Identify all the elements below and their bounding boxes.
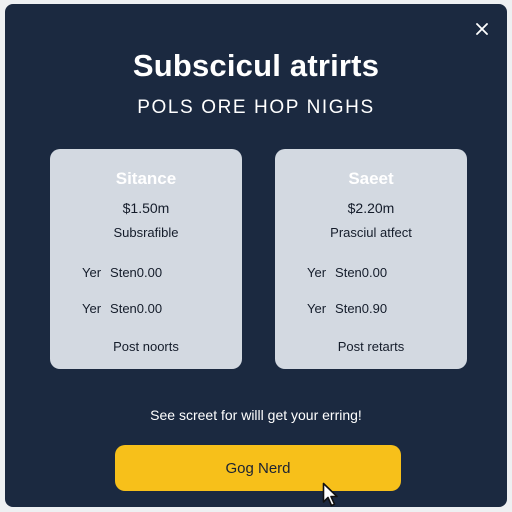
- plan-footer: Post retarts: [337, 339, 405, 354]
- plan-name: Saeet: [348, 169, 394, 188]
- feature-value: Sten0.00: [110, 265, 163, 280]
- close-button[interactable]: [471, 18, 493, 40]
- plan-price: $2.20m: [347, 200, 395, 216]
- feature-key: Yer: [307, 301, 327, 316]
- feature-key: Yer: [82, 265, 102, 280]
- feature-value: Sten0.90: [335, 301, 388, 316]
- plan-feature: Yer Sten0.00: [82, 265, 162, 280]
- modal-subtitle: POLS ORE HOP NIGHS: [137, 97, 375, 118]
- cta-button[interactable]: Gog Nerd: [115, 445, 401, 491]
- plan-card-1[interactable]: Sitance $1.50m Subsrafible Yer Sten0.00 Y…: [50, 149, 242, 369]
- plan-card-2[interactable]: Saeet $2.20m Prasciul atfect Yer Sten0.00…: [275, 149, 467, 369]
- plan-price: $1.50m: [122, 200, 170, 216]
- modal-title: Subscicul atrirts: [132, 48, 380, 83]
- mouse-pointer-icon: [322, 482, 338, 507]
- feature-value: Sten0.00: [335, 265, 388, 280]
- plan-description: Subsrafible: [113, 225, 179, 240]
- promo-note: See screet for willl get your erring!: [150, 407, 362, 423]
- plan-feature: Yer Sten0.00: [82, 301, 162, 316]
- subscription-modal: Subscicul atrirts POLS ORE HOP NIGHS Sit…: [5, 4, 507, 507]
- close-icon: [476, 23, 488, 35]
- feature-key: Yer: [82, 301, 102, 316]
- feature-key: Yer: [307, 265, 327, 280]
- plan-footer: Post noorts: [113, 339, 179, 354]
- plan-name: Sitance: [115, 169, 177, 188]
- plan-feature: Yer Sten0.00: [307, 265, 387, 280]
- plan-description: Prasciul atfect: [330, 225, 412, 240]
- plan-feature: Yer Sten0.90: [307, 301, 387, 316]
- feature-value: Sten0.00: [110, 301, 163, 316]
